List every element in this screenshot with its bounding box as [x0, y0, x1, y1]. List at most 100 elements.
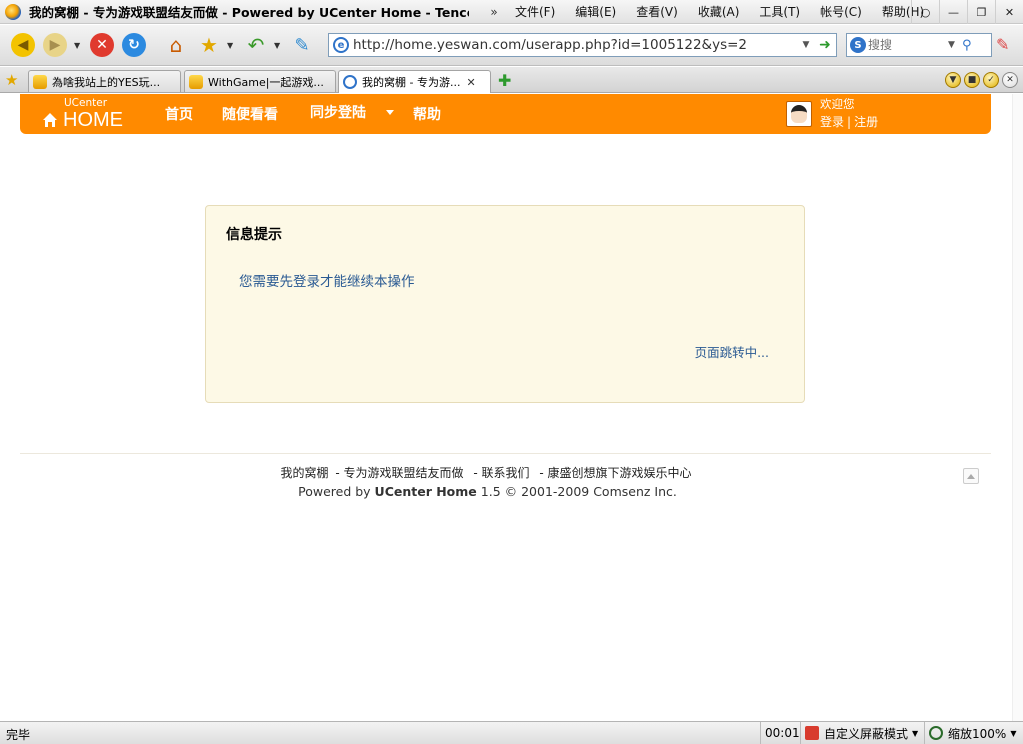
star-icon: ★: [200, 33, 218, 57]
menu-favorites[interactable]: 收藏(A): [692, 3, 746, 20]
footer-contact-link[interactable]: - 联系我们: [473, 466, 529, 480]
restore-tabs-icon[interactable]: ■: [964, 72, 980, 88]
forward-button[interactable]: ▶: [40, 31, 70, 59]
menu-bar: 文件(F) 编辑(E) 查看(V) 收藏(A) 工具(T) 帐号(C) 帮助(H…: [501, 3, 930, 20]
tab-label: 為啥我站上的YES玩...: [52, 75, 161, 89]
menu-overflow-chevron-icon[interactable]: »: [487, 5, 501, 19]
menu-edit[interactable]: 编辑(E): [569, 3, 622, 20]
zoom-label: 缩放100%: [948, 726, 1007, 741]
menu-file[interactable]: 文件(F): [509, 3, 561, 20]
pen-icon[interactable]: ✎: [996, 35, 1016, 55]
nav-help[interactable]: 帮助: [413, 104, 441, 124]
user-avatar-icon: [791, 105, 807, 123]
register-link[interactable]: 注册: [854, 115, 878, 129]
footer-comsenz-link[interactable]: - 康盛创想旗下游戏娱乐中心: [539, 466, 691, 480]
menu-tools[interactable]: 工具(T): [753, 3, 806, 20]
nav-home[interactable]: 首页: [165, 104, 193, 124]
chat-bubble-icon[interactable]: ○: [911, 0, 939, 24]
logo-small-text: UCenter: [64, 97, 108, 109]
minimize-button[interactable]: —: [939, 0, 967, 24]
footer-divider: [20, 453, 991, 454]
house-icon: [43, 113, 57, 127]
tab-settings-icon[interactable]: ✓: [983, 72, 999, 88]
home-button[interactable]: ⌂: [161, 31, 191, 59]
window-title: 我的窝棚 - 专为游戏联盟结友而做 - Powered by UCenter H…: [29, 5, 469, 20]
undo-dropdown-icon[interactable]: ▼: [274, 41, 282, 50]
page-ie-icon: e: [333, 37, 349, 53]
address-url[interactable]: http://home.yeswan.com/userapp.php?id=10…: [353, 37, 798, 53]
status-text: 完毕: [6, 728, 31, 742]
window-controls: ○ — ❐ ✕: [911, 0, 1023, 24]
avatar[interactable]: [786, 101, 812, 127]
nav-sync-login[interactable]: 同步登陆: [310, 102, 366, 122]
new-tab-plus-icon[interactable]: ✚: [498, 71, 511, 90]
search-engine-icon[interactable]: S: [850, 37, 866, 53]
trophy-icon: [189, 74, 203, 89]
home-icon: ⌂: [169, 33, 183, 57]
search-icon[interactable]: ⚲: [962, 38, 978, 53]
menu-view[interactable]: 查看(V): [630, 3, 684, 20]
footer-site-link[interactable]: 我的窝棚: [281, 466, 329, 480]
tab-close-icon[interactable]: ✕: [466, 76, 475, 89]
ucenter-home-logo[interactable]: UCenter HOME: [42, 97, 123, 131]
block-mode-label: 自定义屏蔽模式: [824, 726, 909, 741]
stop-button[interactable]: ✕: [87, 31, 117, 59]
logo-main: HOME: [42, 109, 123, 131]
powered-product-link[interactable]: UCenter Home: [375, 484, 477, 499]
favorites-dropdown-icon[interactable]: ▼: [227, 41, 235, 50]
refresh-icon: ↻: [122, 33, 146, 57]
favorites-button[interactable]: ★: [194, 31, 224, 59]
status-zoom[interactable]: 缩放100% ▼: [924, 722, 1016, 744]
back-to-top-button[interactable]: [963, 468, 979, 484]
status-time: 00:01: [765, 726, 800, 740]
close-window-button[interactable]: ✕: [995, 0, 1023, 24]
trophy-icon: [33, 74, 47, 89]
zoom-icon: [929, 726, 943, 740]
tab-yes-play[interactable]: 為啥我站上的YES玩...: [28, 70, 181, 92]
back-button[interactable]: ◀: [8, 31, 38, 59]
powered-suffix: 1.5 © 2001-2009 Comsenz Inc.: [480, 484, 677, 499]
history-dropdown-icon[interactable]: ▼: [74, 41, 82, 50]
restore-button[interactable]: ❐: [967, 0, 995, 24]
address-dropdown-icon[interactable]: ▼: [798, 40, 814, 50]
undo-icon: ↶: [247, 33, 265, 57]
close-tab-icon[interactable]: ✕: [1002, 72, 1018, 88]
undo-close-button[interactable]: ↶: [241, 31, 271, 59]
message-title: 信息提示: [226, 227, 282, 243]
block-icon: [805, 726, 819, 740]
footer-links: 我的窝棚 - 专为游戏联盟结友而做 - 联系我们 - 康盛创想旗下游戏娱乐中心: [0, 464, 975, 481]
redirect-link[interactable]: 页面跳转中...: [695, 342, 769, 361]
status-timer: 00:01: [760, 722, 800, 744]
login-link[interactable]: 登录: [820, 115, 844, 129]
broom-icon: ✎: [294, 34, 310, 56]
search-box[interactable]: S ▼ ⚲: [846, 33, 992, 57]
tab-bar: ★ 為啥我站上的YES玩... WithGame|一起游戏... 我的窝棚 - …: [0, 67, 1023, 93]
refresh-button[interactable]: ↻: [119, 31, 149, 59]
footer-tagline: - 专为游戏联盟结友而做: [335, 466, 464, 480]
search-input[interactable]: [868, 38, 948, 52]
tab-list-icon[interactable]: ▼: [945, 72, 961, 88]
block-mode-dropdown-icon[interactable]: ▼: [912, 729, 918, 738]
tab-withgame[interactable]: WithGame|一起游戏...: [184, 70, 336, 92]
logo-main-text: HOME: [63, 109, 123, 131]
status-block-mode[interactable]: 自定义屏蔽模式 ▼: [800, 722, 918, 744]
nav-browse[interactable]: 随便看看: [222, 104, 278, 124]
chevron-down-icon[interactable]: [386, 110, 394, 115]
message-text[interactable]: 您需要先登录才能继续本操作: [239, 270, 415, 290]
site-header: UCenter HOME 首页 随便看看 同步登陆 帮助 欢迎您 登录 | 注册: [20, 94, 991, 134]
footer-powered-by: Powered by UCenter Home 1.5 © 2001-2009 …: [0, 484, 975, 499]
zoom-dropdown-icon[interactable]: ▼: [1010, 729, 1016, 738]
browser-logo-icon: [5, 3, 21, 20]
clear-history-button[interactable]: ✎: [287, 31, 317, 59]
search-dropdown-icon[interactable]: ▼: [948, 40, 962, 50]
tab-active-wopeng[interactable]: 我的窝棚 - 专为游... ✕: [338, 70, 491, 93]
stop-icon: ✕: [90, 33, 114, 57]
arrow-up-icon: [967, 473, 975, 479]
address-bar[interactable]: e http://home.yeswan.com/userapp.php?id=…: [328, 33, 837, 57]
navigation-toolbar: ◀ ▶ ▼ ✕ ↻ ⌂ ★ ▼ ↶ ▼ ✎ e http://home.yesw…: [0, 25, 1023, 66]
favorites-star-icon[interactable]: ★: [5, 71, 18, 89]
vertical-scrollbar[interactable]: [1012, 94, 1023, 721]
menu-account[interactable]: 帐号(C): [814, 3, 868, 20]
go-arrow-icon[interactable]: ➜: [814, 37, 836, 53]
ie-page-icon: [343, 75, 357, 89]
